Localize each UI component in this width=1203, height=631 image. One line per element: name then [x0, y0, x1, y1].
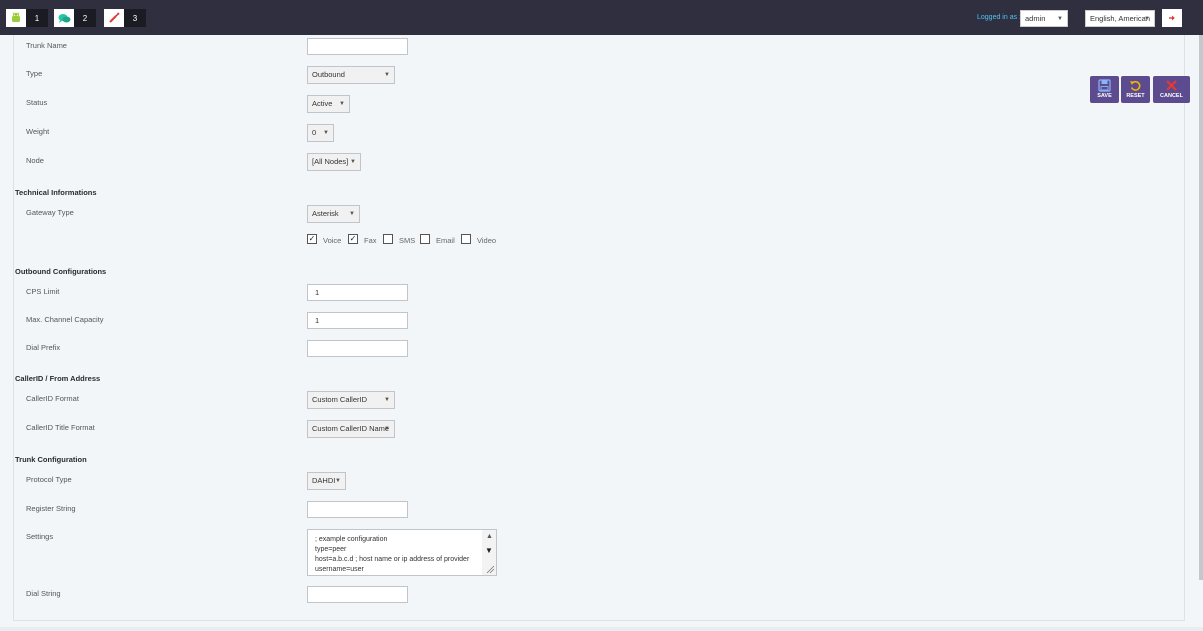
chevron-down-icon: ▼ — [323, 130, 329, 136]
sms-checkbox-label: SMS — [399, 236, 416, 245]
android-icon — [6, 9, 26, 27]
fax-checkbox[interactable]: ✓ — [348, 234, 358, 244]
node-select[interactable]: [All Nodes] ▼ — [307, 153, 361, 171]
reset-icon — [1130, 80, 1141, 91]
status-label: Status — [26, 98, 48, 107]
chevron-down-icon: ▼ — [349, 211, 355, 217]
chevron-down-icon: ▼ — [384, 72, 390, 78]
node-label: Node — [26, 156, 44, 165]
settings-textarea[interactable]: ; example configuration type=peer host=a… — [307, 529, 497, 576]
trunk-section-heading: Trunk Configuration — [15, 455, 87, 464]
logged-in-label: Logged in as : — [977, 14, 1021, 21]
register-string-label: Register String — [26, 504, 76, 513]
dial-prefix-input[interactable] — [307, 340, 408, 357]
callerid-title-format-label: CallerID Title Format — [26, 423, 95, 432]
callerid-format-select[interactable]: Custom CallerID ▼ — [307, 391, 395, 409]
scroll-down-icon[interactable]: ▼ — [485, 546, 493, 556]
email-checkbox[interactable] — [420, 234, 430, 244]
chevron-down-icon: ▼ — [1144, 16, 1150, 22]
trunk-name-label: Trunk Name — [26, 41, 67, 50]
chevron-down-icon: ▼ — [1057, 16, 1063, 22]
logout-icon — [1169, 15, 1175, 21]
page-footer-line — [0, 627, 1203, 631]
voice-checkbox[interactable]: ✓ — [307, 234, 317, 244]
cps-limit-input[interactable]: 1 — [307, 284, 408, 301]
chevron-down-icon: ▼ — [384, 426, 390, 432]
protocol-type-label: Protocol Type — [26, 475, 72, 484]
user-select[interactable]: admin ▼ — [1020, 10, 1068, 27]
callerid-title-format-select[interactable]: Custom CallerID Name ▼ — [307, 420, 395, 438]
language-value: English, American — [1090, 14, 1151, 23]
settings-line: type=peer — [315, 546, 347, 553]
weight-select[interactable]: 0 ▼ — [307, 124, 334, 142]
chevron-down-icon: ▼ — [350, 159, 356, 165]
node-value: [All Nodes] — [312, 157, 349, 166]
save-label: SAVE — [1097, 93, 1112, 99]
sms-checkbox[interactable] — [383, 234, 393, 244]
page-scrollbar[interactable] — [1199, 35, 1203, 580]
resize-handle-icon[interactable] — [485, 564, 495, 574]
save-button[interactable]: SAVE — [1090, 76, 1119, 103]
tools-notification-badge[interactable]: 3 — [104, 9, 146, 27]
reset-button[interactable]: RESET — [1121, 76, 1150, 103]
video-checkbox-label: Video — [477, 236, 497, 245]
settings-line: ; example configuration — [315, 536, 388, 543]
cancel-icon — [1166, 80, 1177, 91]
android-count: 1 — [26, 9, 48, 27]
chevron-down-icon: ▼ — [335, 478, 341, 484]
max-channel-input[interactable]: 1 — [307, 312, 408, 329]
trunk-form-panel — [13, 35, 1185, 621]
type-select[interactable]: Outbound ▼ — [307, 66, 395, 84]
protocol-type-value: DAHDI — [312, 476, 336, 485]
email-checkbox-label: Email — [436, 236, 455, 245]
weight-label: Weight — [26, 127, 50, 136]
top-bar: 1 2 3 Logged in as : admin ▼ English, Am… — [0, 0, 1203, 35]
settings-line: username=user — [315, 566, 364, 573]
type-label: Type — [26, 69, 43, 78]
chevron-down-icon: ▼ — [339, 101, 345, 107]
callerid-section-heading: CallerID / From Address — [15, 374, 101, 383]
save-icon — [1098, 79, 1111, 92]
callerid-format-value: Custom CallerID — [312, 395, 368, 404]
chat-icon — [54, 9, 74, 27]
chat-count: 2 — [74, 9, 96, 27]
tools-count: 3 — [124, 9, 146, 27]
dial-prefix-label: Dial Prefix — [26, 343, 61, 352]
gateway-type-label: Gateway Type — [26, 208, 74, 217]
status-select[interactable]: Active ▼ — [307, 95, 350, 113]
weight-value: 0 — [312, 128, 317, 137]
gateway-type-select[interactable]: Asterisk ▼ — [307, 205, 360, 223]
tools-icon — [104, 9, 124, 27]
dial-string-input[interactable] — [307, 586, 408, 603]
callerid-title-format-value: Custom CallerID Name — [312, 424, 390, 433]
gateway-type-value: Asterisk — [312, 209, 339, 218]
type-value: Outbound — [312, 70, 345, 79]
voice-checkbox-label: Voice — [323, 236, 342, 245]
settings-line: host=a.b.c.d ; host name or ip address o… — [315, 556, 470, 563]
fax-checkbox-label: Fax — [364, 236, 377, 245]
reset-label: RESET — [1126, 93, 1145, 99]
settings-label: Settings — [26, 532, 54, 541]
technical-section-heading: Technical Informations — [15, 188, 97, 197]
callerid-format-label: CallerID Format — [26, 394, 79, 403]
logout-button[interactable] — [1162, 9, 1182, 27]
cancel-label: CANCEL — [1160, 93, 1183, 99]
chat-notification-badge[interactable]: 2 — [54, 9, 96, 27]
register-string-input[interactable] — [307, 501, 408, 518]
trunk-name-input[interactable] — [307, 38, 408, 55]
max-channel-label: Max. Channel Capacity — [26, 315, 104, 324]
language-select[interactable]: English, American ▼ — [1085, 10, 1155, 27]
android-notification-badge[interactable]: 1 — [6, 9, 48, 27]
cancel-button[interactable]: CANCEL — [1153, 76, 1190, 103]
chevron-down-icon: ▼ — [384, 397, 390, 403]
user-value: admin — [1025, 14, 1046, 23]
video-checkbox[interactable] — [461, 234, 471, 244]
outbound-section-heading: Outbound Configurations — [15, 267, 107, 276]
cps-limit-label: CPS Limit — [26, 287, 60, 296]
scroll-up-icon[interactable]: ▲ — [486, 532, 493, 542]
protocol-type-select[interactable]: DAHDI ▼ — [307, 472, 346, 490]
status-value: Active — [312, 99, 333, 108]
dial-string-label: Dial String — [26, 589, 61, 598]
